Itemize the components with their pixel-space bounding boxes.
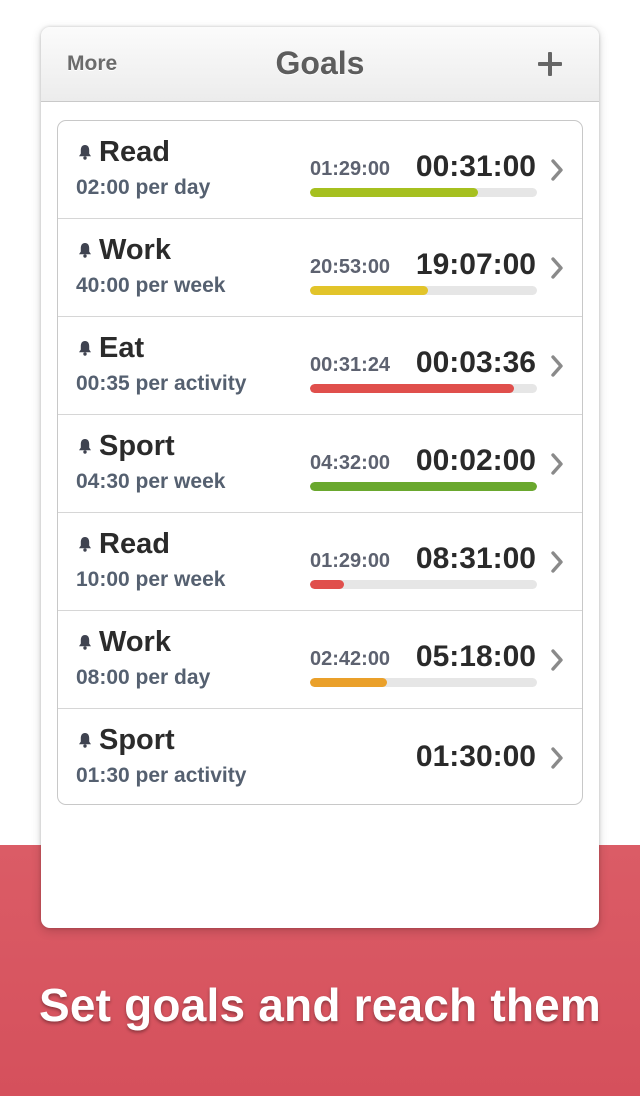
progress-fill xyxy=(310,678,388,687)
time-done: 20:53:00 xyxy=(310,256,391,278)
progress-fill xyxy=(310,188,478,197)
goal-target: 01:30 per activity xyxy=(76,764,247,787)
time-remaining: 01:30:00 xyxy=(415,740,536,773)
goal-name: Work xyxy=(99,626,171,658)
progress-fill xyxy=(310,482,537,491)
time-done: 01:29:00 xyxy=(310,550,391,572)
app-screen: More Goals Read 02:00 per day 01:29:00 0… xyxy=(41,27,599,928)
time-done: 02:42:00 xyxy=(310,648,391,670)
bell-icon xyxy=(79,635,91,650)
progress-bar xyxy=(310,678,537,687)
goal-name: Read xyxy=(99,136,170,168)
progress-bar xyxy=(310,482,537,491)
chevron-right-icon xyxy=(551,649,563,671)
plus-icon[interactable] xyxy=(538,51,564,77)
time-done: 01:29:00 xyxy=(310,158,391,180)
progress-bar xyxy=(310,580,537,589)
time-remaining: 05:18:00 xyxy=(415,640,536,673)
goal-row[interactable]: Sport 04:30 per week 04:32:00 00:02:00 xyxy=(58,415,582,513)
goal-name: Eat xyxy=(99,332,145,364)
chevron-right-icon xyxy=(551,453,563,475)
goal-target: 04:30 per week xyxy=(76,470,226,493)
progress-fill xyxy=(310,286,429,295)
goal-row[interactable]: Sport 01:30 per activity 01:30:00 xyxy=(58,709,582,804)
progress-fill xyxy=(310,384,515,393)
time-done: 00:31:24 xyxy=(310,354,391,376)
bell-icon xyxy=(79,439,91,454)
goal-row[interactable]: Work 08:00 per day 02:42:00 05:18:00 xyxy=(58,611,582,709)
time-remaining: 00:02:00 xyxy=(415,444,536,477)
goal-target: 40:00 per week xyxy=(76,274,226,297)
bell-icon xyxy=(79,145,91,160)
bell-icon xyxy=(79,341,91,356)
progress-bar xyxy=(310,188,537,197)
bell-icon xyxy=(79,537,91,552)
progress-bar xyxy=(310,384,537,393)
goal-row[interactable]: Read 02:00 per day 01:29:00 00:31:00 xyxy=(58,121,582,219)
goal-target: 10:00 per week xyxy=(76,568,226,591)
goal-name: Sport xyxy=(99,430,175,462)
goal-list: Read 02:00 per day 01:29:00 00:31:00 Wor… xyxy=(57,120,583,805)
goal-name: Work xyxy=(99,234,171,266)
bell-icon xyxy=(79,733,91,748)
goal-name: Read xyxy=(99,528,170,560)
page-title: Goals xyxy=(275,45,365,81)
time-remaining: 08:31:00 xyxy=(415,542,536,575)
promo-tagline: Set goals and reach them xyxy=(38,979,602,1031)
progress-bar xyxy=(310,286,537,295)
chevron-right-icon xyxy=(551,355,563,377)
goal-target: 00:35 per activity xyxy=(76,372,247,395)
goal-target: 02:00 per day xyxy=(76,176,211,199)
time-remaining: 19:07:00 xyxy=(415,248,536,281)
time-remaining: 00:31:00 xyxy=(415,150,536,183)
bell-icon xyxy=(79,243,91,258)
chevron-right-icon xyxy=(551,257,563,279)
chevron-right-icon xyxy=(551,159,563,181)
goal-row[interactable]: Read 10:00 per week 01:29:00 08:31:00 xyxy=(58,513,582,611)
chevron-right-icon xyxy=(551,747,563,769)
goal-row[interactable]: Work 40:00 per week 20:53:00 19:07:00 xyxy=(58,219,582,317)
progress-fill xyxy=(310,580,345,589)
goal-target: 08:00 per day xyxy=(76,666,211,689)
goal-name: Sport xyxy=(99,724,175,756)
time-done: 04:32:00 xyxy=(310,452,391,474)
time-remaining: 00:03:36 xyxy=(415,346,536,379)
navigation-bar: More Goals xyxy=(41,27,599,102)
goal-row[interactable]: Eat 00:35 per activity 00:31:24 00:03:36 xyxy=(58,317,582,415)
chevron-right-icon xyxy=(551,551,563,573)
